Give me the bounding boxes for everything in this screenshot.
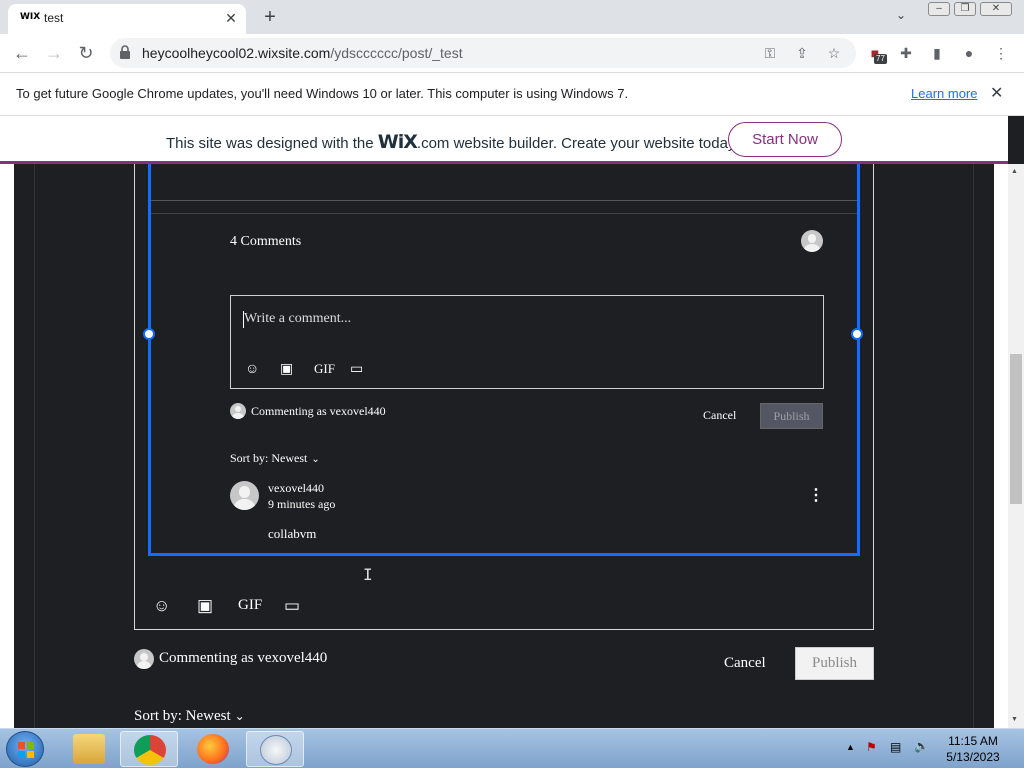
wix-ad-banner: This site was designed with the WiX.com …	[0, 116, 1008, 164]
start-button[interactable]	[6, 731, 44, 767]
video-icon[interactable]: ▭	[350, 360, 363, 377]
scissors-icon	[260, 735, 292, 765]
taskbar-snipping-tool[interactable]	[246, 731, 304, 767]
commenting-as-label: Commenting as vexovel440	[251, 404, 386, 418]
sort-dropdown[interactable]: Sort by: Newest ⌄	[230, 451, 320, 466]
tab-search-chevron-icon[interactable]: ⌄	[896, 8, 906, 22]
comment-timestamp: 9 minutes ago	[268, 497, 336, 511]
address-bar[interactable]: heycoolheycool02.wixsite.com/ydscccccc/p…	[110, 38, 856, 68]
commenter-avatar	[230, 403, 246, 419]
firefox-icon	[197, 734, 229, 764]
key-icon[interactable]: ⚿	[760, 43, 780, 63]
scroll-down-icon[interactable]: ▼	[1011, 716, 1018, 723]
lock-icon	[120, 45, 130, 59]
folder-icon	[73, 734, 105, 764]
video-icon[interactable]: ▭	[284, 596, 300, 616]
restore-button[interactable]: ❐	[954, 2, 976, 16]
clock-time: 11:15 AM	[948, 734, 998, 748]
minimize-button[interactable]: –	[928, 2, 950, 16]
gif-button[interactable]: GIF	[314, 361, 335, 377]
taskbar-firefox[interactable]	[184, 731, 242, 767]
update-infobar: To get future Google Chrome updates, you…	[0, 72, 1024, 116]
learn-more-link[interactable]: Learn more	[911, 86, 977, 101]
chevron-down-icon: ⌄	[234, 709, 245, 723]
resize-handle-left[interactable]	[143, 328, 155, 340]
wix-banner-text: This site was designed with the WiX.com …	[166, 131, 739, 153]
volume-icon[interactable]: 🔈	[914, 739, 929, 753]
infobar-message: To get future Google Chrome updates, you…	[16, 86, 629, 101]
user-avatar[interactable]	[801, 230, 823, 252]
wix-favicon-icon: WIX	[20, 12, 41, 22]
extension-icon[interactable]: ■ 77	[864, 42, 887, 64]
camera-icon[interactable]: ▣	[197, 596, 213, 616]
profile-avatar-icon[interactable]: ●	[958, 42, 980, 64]
tab-close-icon[interactable]: ✕	[222, 9, 240, 27]
comment-author-avatar[interactable]	[230, 481, 259, 510]
back-icon[interactable]: ←	[10, 41, 34, 65]
publish-button[interactable]: Publish	[795, 647, 874, 680]
browser-tab[interactable]: WIX test ✕	[8, 4, 246, 34]
cancel-button[interactable]: Cancel	[724, 655, 766, 672]
new-tab-button[interactable]: +	[258, 6, 282, 30]
chrome-menu-icon[interactable]: ⋮	[990, 42, 1012, 64]
wix-logo: WiX	[377, 131, 418, 153]
puzzle-extensions-icon[interactable]: ✚	[895, 42, 917, 64]
windows-logo-icon	[18, 742, 34, 758]
network-icon[interactable]: ▤	[890, 740, 901, 754]
side-panel-icon[interactable]: ▮	[926, 42, 948, 64]
taskbar-chrome[interactable]	[120, 731, 178, 767]
sort-dropdown[interactable]: Sort by: Newest ⌄	[134, 708, 245, 725]
page-content: 4 Comments Write a comment... ☺ ▣ GIF ▭ …	[0, 164, 1008, 728]
text-cursor-icon: I	[363, 565, 373, 584]
more-options-icon[interactable]: ⋮	[808, 486, 824, 506]
comment-author[interactable]: vexovel440	[268, 481, 324, 496]
page-scrollbar[interactable]: ▲ ▼	[1008, 164, 1024, 728]
tab-title: test	[44, 11, 64, 25]
browser-toolbar: ← → ↻ heycoolheycool02.wixsite.com/ydscc…	[0, 34, 1024, 72]
bookmark-star-icon[interactable]: ☆	[824, 43, 844, 63]
reload-icon[interactable]: ↻	[74, 41, 98, 65]
show-hidden-icons-icon[interactable]: ▲	[846, 742, 855, 752]
share-icon[interactable]: ⇪	[792, 43, 812, 63]
close-window-button[interactable]: ✕	[980, 2, 1012, 16]
comment-input[interactable]: Write a comment... ☺ ▣ GIF ▭	[230, 295, 824, 389]
url-text: heycoolheycool02.wixsite.com/ydscccccc/p…	[142, 45, 463, 61]
comment-text: collabvm	[268, 526, 317, 541]
chevron-down-icon: ⌄	[311, 454, 320, 465]
emoji-icon[interactable]: ☺	[245, 360, 259, 376]
system-clock[interactable]: 11:15 AM 5/13/2023	[930, 733, 1016, 765]
forward-icon[interactable]: →	[42, 41, 66, 65]
cancel-button[interactable]: Cancel	[703, 408, 736, 423]
tab-strip: WIX test ✕ + ⌄ – ❐ ✕	[0, 0, 1024, 34]
camera-icon[interactable]: ▣	[280, 360, 293, 377]
commenting-as-label: Commenting as vexovel440	[159, 650, 328, 666]
commenter-avatar	[134, 649, 154, 669]
clock-date: 5/13/2023	[946, 750, 1000, 764]
emoji-icon[interactable]: ☺	[153, 596, 170, 616]
gif-button[interactable]: GIF	[238, 597, 262, 614]
infobar-close-icon[interactable]: ✕	[990, 83, 1003, 103]
taskbar-explorer[interactable]	[60, 731, 118, 767]
chrome-icon	[134, 735, 166, 765]
start-now-button[interactable]: Start Now	[728, 122, 842, 157]
publish-button[interactable]: Publish	[760, 403, 823, 429]
comment-placeholder: Write a comment...	[244, 311, 352, 326]
windows-taskbar: ▲ ⚑ ▤ 🔈 11:15 AM 5/13/2023	[0, 728, 1024, 768]
comments-count: 4 Comments	[230, 234, 302, 249]
resize-handle-right[interactable]	[851, 328, 863, 340]
scroll-up-icon[interactable]: ▲	[1011, 168, 1018, 175]
scrollbar-thumb[interactable]	[1010, 354, 1022, 504]
action-center-icon[interactable]: ⚑	[866, 740, 877, 754]
